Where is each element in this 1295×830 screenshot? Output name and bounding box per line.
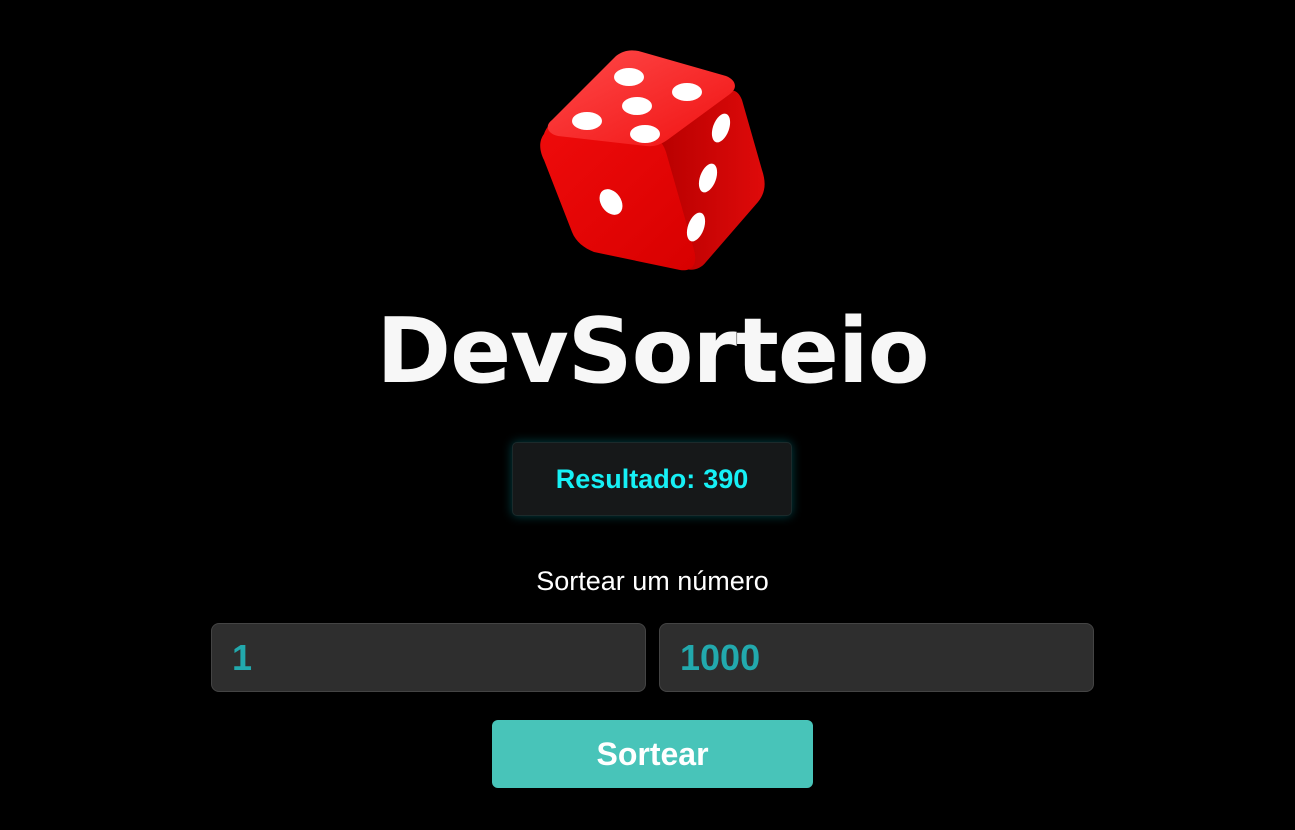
result-label: Resultado: — [555, 463, 696, 494]
draw-button[interactable]: Sortear — [492, 720, 813, 788]
app-title: DevSorteio — [376, 299, 929, 404]
result-value: 390 — [703, 463, 749, 494]
form-subtitle: Sortear um número — [536, 566, 769, 596]
red-dice-icon — [540, 50, 765, 271]
max-number-input[interactable] — [659, 623, 1094, 692]
app-page: DevSorteio Resultado: 390 Sortear um núm… — [0, 0, 1295, 830]
min-number-input[interactable] — [211, 623, 646, 692]
result-display: Resultado: 390 — [512, 442, 792, 516]
